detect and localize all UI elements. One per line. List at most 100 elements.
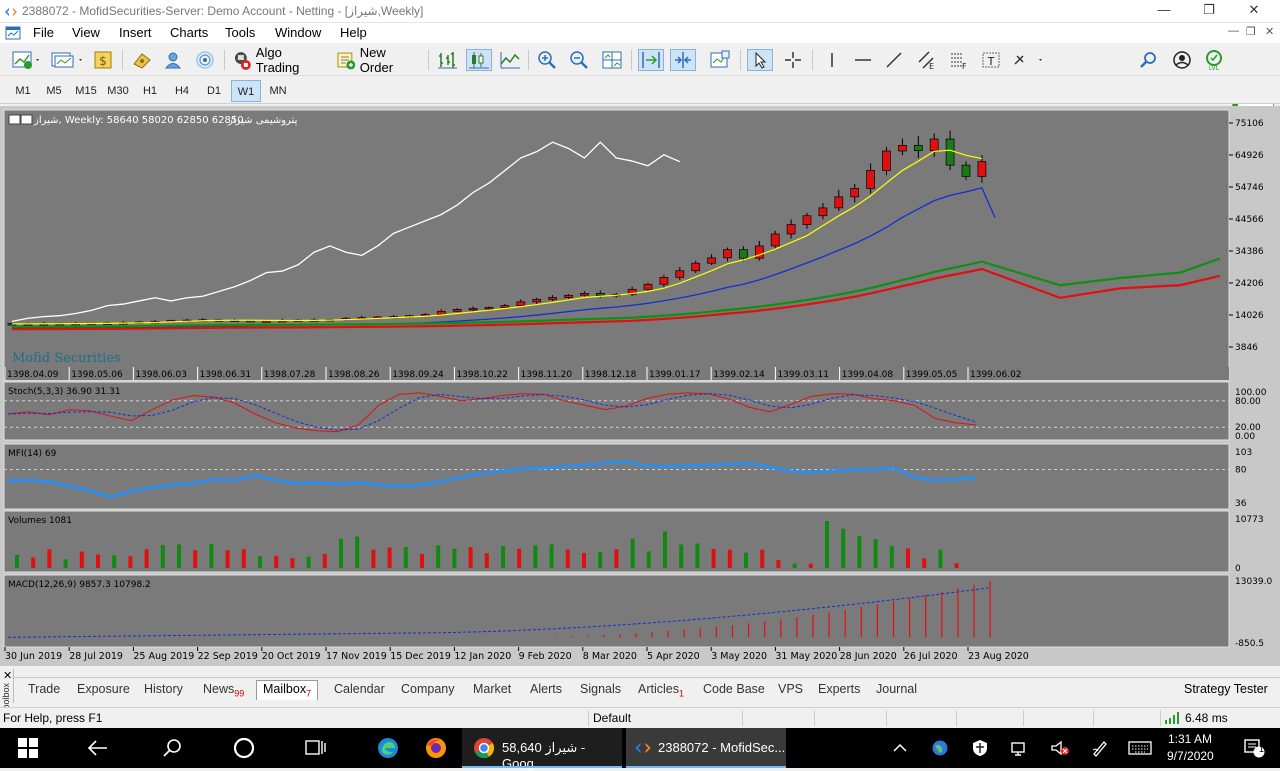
candlestick-chart-button[interactable]: [466, 49, 492, 71]
tab-news[interactable]: News99: [203, 682, 244, 699]
equidistant-channel-tool-button[interactable]: E: [914, 49, 940, 71]
tab-calendar[interactable]: Calendar: [334, 682, 385, 696]
timeframe-m5[interactable]: M5: [39, 80, 69, 102]
cursor-tool-button[interactable]: [747, 49, 773, 71]
mdi-restore-button[interactable]: ❐: [1246, 25, 1256, 38]
taskbar-search-button[interactable]: [148, 728, 196, 768]
tray-pen-icon[interactable]: [1086, 728, 1114, 768]
show-hidden-icons-button[interactable]: [886, 728, 914, 768]
volume-bar: [614, 549, 619, 568]
crosshair-tool-button[interactable]: [780, 49, 806, 71]
timeframe-m30[interactable]: M30: [103, 80, 133, 102]
mdi-doc-icon[interactable]: [5, 25, 21, 44]
timeframe-w1[interactable]: W1: [231, 80, 261, 102]
search-icon[interactable]: [1137, 49, 1161, 71]
lvl-icon[interactable]: LVL: [1202, 49, 1226, 71]
task-view-button[interactable]: [292, 728, 340, 768]
line-chart-button[interactable]: [498, 49, 522, 71]
minimize-button[interactable]: —: [1150, 2, 1178, 20]
candle-body: [770, 233, 780, 247]
fibonacci-tool-button[interactable]: F: [946, 49, 972, 71]
mt5-app-button[interactable]: 2388072 - MofidSec...: [626, 728, 786, 768]
back-button[interactable]: [74, 728, 122, 768]
timeframe-mn[interactable]: MN: [263, 80, 293, 102]
horizontal-line-tool-button[interactable]: [851, 49, 875, 71]
timeframe-m1[interactable]: M1: [8, 80, 38, 102]
toolbox-close-icon[interactable]: ✕: [3, 669, 12, 682]
templates-button[interactable]: [707, 49, 733, 71]
chart-shift-button[interactable]: [670, 49, 696, 71]
tab-code-base[interactable]: Code Base: [703, 682, 765, 696]
tab-exposure[interactable]: Exposure: [77, 682, 130, 696]
shapes-dropdown-button[interactable]: [1010, 49, 1048, 71]
clock-time[interactable]: 1:31 AM: [1168, 732, 1212, 746]
timeframe-m15[interactable]: M15: [71, 80, 101, 102]
tab-journal[interactable]: Journal: [876, 682, 917, 696]
tab-trade[interactable]: Trade: [28, 682, 60, 696]
candle-body: [691, 262, 701, 272]
tray-shield-icon[interactable]: [966, 728, 994, 768]
connection-bars-icon[interactable]: [1164, 712, 1182, 727]
tab-alerts[interactable]: Alerts: [530, 682, 562, 696]
tab-mailbox[interactable]: Mailbox7: [256, 680, 319, 700]
trendline-tool-button[interactable]: [882, 49, 906, 71]
profiles-button[interactable]: [50, 49, 86, 71]
tab-articles[interactable]: Articles1: [638, 682, 684, 699]
zoom-out-button[interactable]: [567, 49, 591, 71]
tab-vps[interactable]: VPS: [778, 682, 803, 696]
tab-news-label: News: [203, 682, 235, 696]
mdi-close-button[interactable]: ✕: [1265, 25, 1274, 38]
new-order-button[interactable]: New Order: [336, 45, 422, 75]
menu-insert[interactable]: Insert: [119, 25, 152, 40]
new-chart-button[interactable]: [10, 49, 44, 71]
tab-market[interactable]: Market: [473, 682, 511, 696]
candle-body: [723, 249, 732, 259]
menu-charts[interactable]: Charts: [170, 25, 208, 40]
vertical-line-tool-button[interactable]: [820, 49, 844, 71]
tile-windows-button[interactable]: [600, 49, 624, 71]
tray-globe-icon[interactable]: [926, 728, 954, 768]
shamsi-date-label: 1399.05.05: [906, 370, 958, 380]
menu-view[interactable]: View: [72, 25, 100, 40]
text-tool-button[interactable]: T: [979, 49, 1003, 71]
bar-chart-button[interactable]: [435, 49, 459, 71]
action-center-button[interactable]: 16: [1234, 728, 1274, 768]
menu-help[interactable]: Help: [340, 25, 367, 40]
timeframe-h4[interactable]: H4: [167, 80, 197, 102]
chart-window[interactable]: 75106 64926 54746 44566 34386 24206 14026 3846 ش…: [0, 106, 1280, 666]
tray-volume-muted-icon[interactable]: [1046, 728, 1074, 768]
close-button[interactable]: ✕: [1240, 2, 1268, 20]
mdi-minimize-button[interactable]: —: [1228, 25, 1239, 37]
shamsi-date-label: 1398.11.20: [521, 370, 573, 380]
navigator-icon[interactable]: [162, 49, 186, 71]
data-window-icon[interactable]: [130, 49, 154, 71]
chrome-app-button[interactable]: شیراز 58,640 - Goog...: [462, 728, 622, 771]
chart-canvas[interactable]: 75106 64926 54746 44566 34386 24206 14026 3846 ش…: [0, 106, 1280, 666]
algo-trading-button[interactable]: Algo Trading: [232, 45, 328, 75]
auto-scroll-button[interactable]: [638, 49, 664, 71]
menu-file[interactable]: File: [33, 25, 54, 40]
tab-experts[interactable]: Experts: [818, 682, 860, 696]
tray-network-icon[interactable]: [1006, 728, 1034, 768]
signals-icon[interactable]: [193, 49, 217, 71]
tray-keyboard-icon[interactable]: [1124, 728, 1156, 768]
cortana-button[interactable]: [220, 728, 268, 768]
start-button[interactable]: [0, 728, 56, 768]
clock-date[interactable]: 9/7/2020: [1167, 749, 1214, 763]
tab-history[interactable]: History: [144, 682, 183, 696]
restore-button[interactable]: ❐: [1195, 2, 1223, 20]
zoom-in-button[interactable]: [535, 49, 559, 71]
tab-signals[interactable]: Signals: [580, 682, 621, 696]
timeframe-h1[interactable]: H1: [135, 80, 165, 102]
timeframe-d1[interactable]: D1: [199, 80, 229, 102]
edge-browser-button[interactable]: [364, 728, 412, 768]
account-icon[interactable]: [1170, 49, 1194, 71]
menu-tools[interactable]: Tools: [225, 25, 255, 40]
market-watch-icon[interactable]: $: [92, 49, 116, 71]
candle-body: [882, 150, 891, 171]
menu-window[interactable]: Window: [275, 25, 321, 40]
tab-company[interactable]: Company: [401, 682, 455, 696]
strategy-tester-button[interactable]: Strategy Tester: [1184, 682, 1268, 696]
chart-pane-4: [3, 574, 1230, 648]
firefox-button[interactable]: [412, 728, 460, 768]
